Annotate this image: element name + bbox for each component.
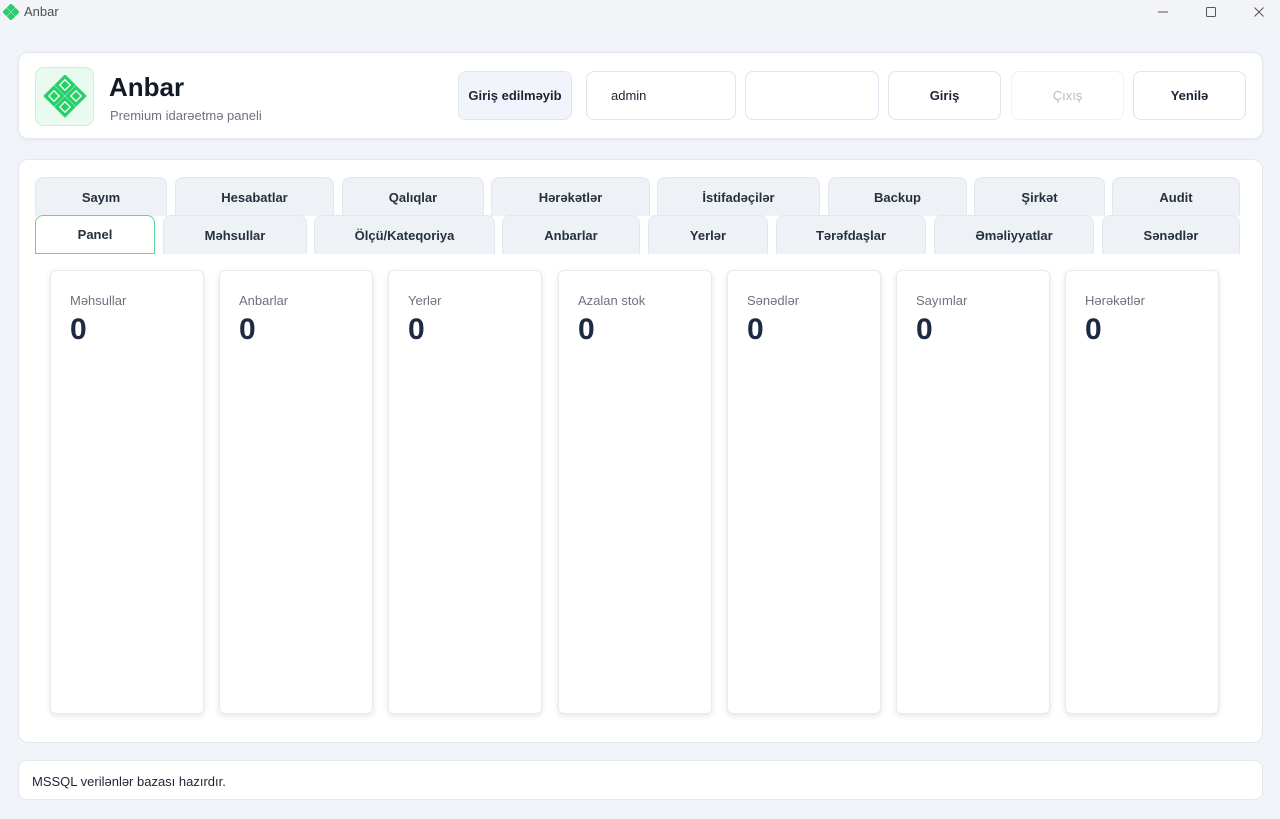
diamond-logo-icon [42, 74, 87, 118]
stat-value: 0 [578, 313, 595, 346]
status-message: MSSQL verilənlər bazası hazırdır. [32, 774, 226, 789]
header-card: Anbar Premium idarəetmə paneli Giriş edi… [18, 52, 1263, 139]
close-button[interactable] [1236, 0, 1280, 24]
stat-card-anbarlar: Anbarlar 0 [219, 270, 373, 714]
stat-value: 0 [408, 313, 425, 346]
stat-card-mehsullar: Məhsullar 0 [50, 270, 204, 714]
refresh-button[interactable]: Yenilə [1133, 71, 1246, 120]
stat-value: 0 [239, 313, 256, 346]
tab-sayim[interactable]: Sayım [35, 177, 167, 216]
stat-label: Məhsullar [70, 293, 127, 308]
stat-value: 0 [70, 313, 87, 346]
stat-value: 0 [747, 313, 764, 346]
brand-subtitle: Premium idarəetmə paneli [110, 108, 262, 123]
tab-hesabatlar[interactable]: Hesabatlar [175, 177, 334, 216]
stat-card-yerler: Yerlər 0 [388, 270, 542, 714]
username-input[interactable]: admin [586, 71, 736, 120]
app-logo-icon [3, 4, 19, 20]
stat-card-azalan-stok: Azalan stok 0 [558, 270, 712, 714]
logout-button[interactable]: Çıxış [1011, 71, 1124, 120]
stat-card-herekatler: Hərəkətlər 0 [1065, 270, 1219, 714]
tab-backup[interactable]: Backup [828, 177, 967, 216]
stat-label: Sayımlar [916, 293, 968, 308]
brand-logo [35, 67, 94, 126]
tab-istifadeciler[interactable]: İstifadəçilər [657, 177, 820, 216]
stat-label: Yerlər [408, 293, 442, 308]
stat-label: Hərəkətlər [1085, 293, 1145, 308]
tab-herekatler[interactable]: Hərəkətlər [491, 177, 650, 216]
brand-title: Anbar [109, 72, 185, 102]
tab-sirket[interactable]: Şirkət [974, 177, 1105, 216]
maximize-button[interactable] [1188, 0, 1234, 24]
maximize-icon [1206, 7, 1216, 17]
stat-value: 0 [1085, 313, 1102, 346]
close-icon [1254, 7, 1264, 17]
login-status-badge: Giriş edilməyib [458, 71, 572, 120]
tab-mehsullar[interactable]: Məhsullar [163, 215, 307, 254]
tab-yerler[interactable]: Yerlər [648, 215, 768, 254]
main-panel: Sayım Hesabatlar Qalıqlar Hərəkətlər İst… [18, 159, 1263, 743]
stat-card-senedler: Sənədlər 0 [727, 270, 881, 714]
title-bar: Anbar [0, 0, 1280, 24]
stat-value: 0 [916, 313, 933, 346]
password-input[interactable] [745, 71, 879, 120]
minimize-icon [1158, 11, 1168, 13]
status-bar: MSSQL verilənlər bazası hazırdır. [18, 760, 1263, 800]
stat-card-sayimlar: Sayımlar 0 [896, 270, 1050, 714]
tab-terefdaslar[interactable]: Tərəfdaşlar [776, 215, 926, 254]
stat-label: Azalan stok [578, 293, 646, 308]
tab-emeliyyatlar[interactable]: Əməliyyatlar [934, 215, 1094, 254]
stat-label: Sənədlər [747, 293, 800, 308]
stat-label: Anbarlar [239, 293, 289, 308]
login-button[interactable]: Giriş [888, 71, 1001, 120]
tab-audit[interactable]: Audit [1112, 177, 1240, 216]
tab-anbarlar[interactable]: Anbarlar [502, 215, 640, 254]
window-title: Anbar [24, 4, 59, 19]
tab-olcu-kateqoriya[interactable]: Ölçü/Kateqoriya [314, 215, 495, 254]
tab-panel[interactable]: Panel [35, 215, 155, 254]
minimize-button[interactable] [1140, 0, 1186, 24]
tab-qaliqlar[interactable]: Qalıqlar [342, 177, 484, 216]
tab-senedler[interactable]: Sənədlər [1102, 215, 1240, 254]
